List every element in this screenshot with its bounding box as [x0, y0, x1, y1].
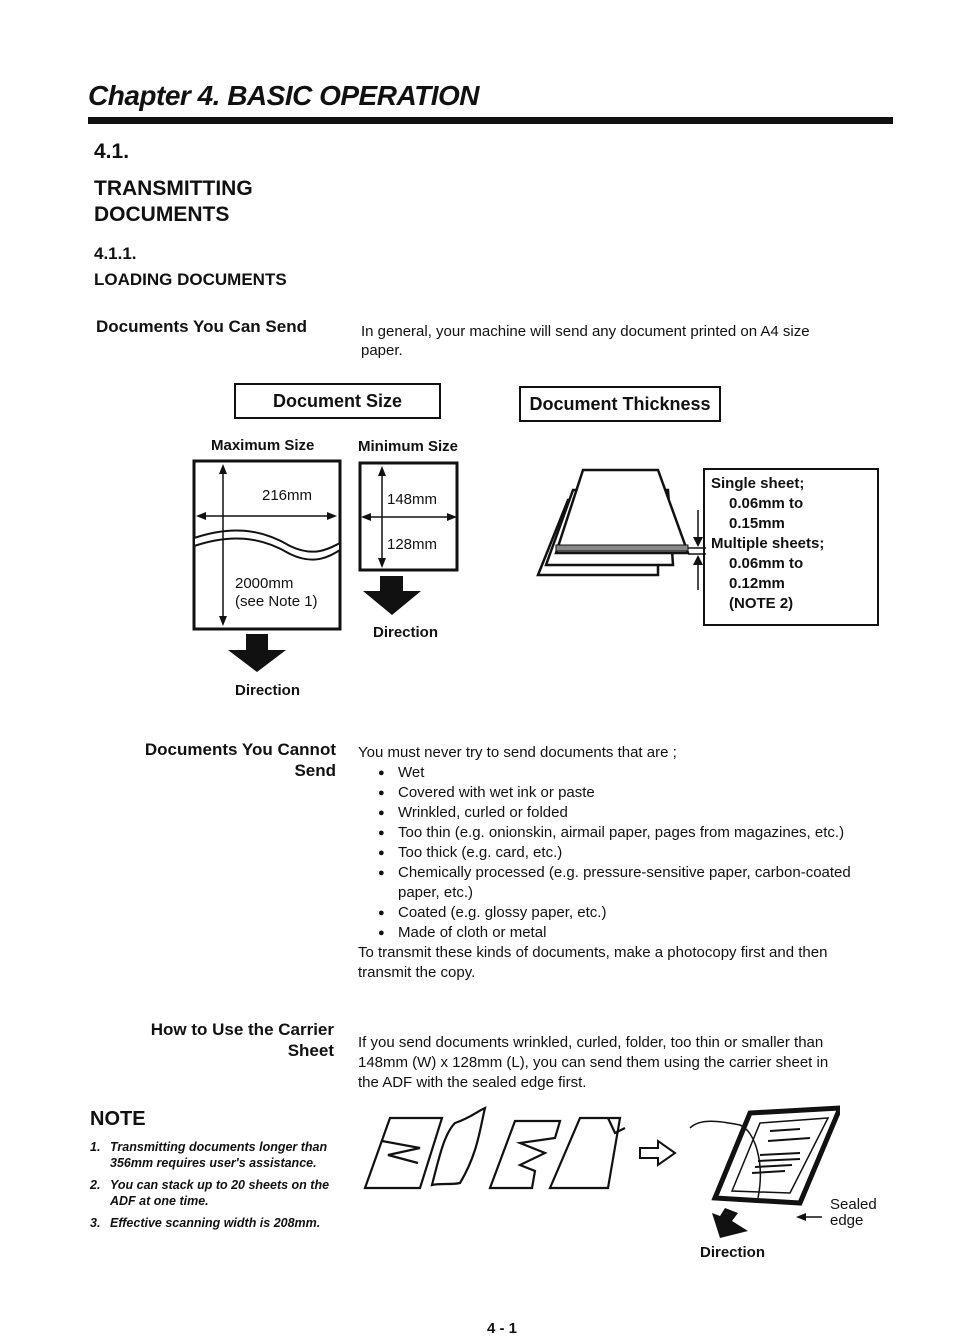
min-direction-label: Direction — [373, 624, 439, 641]
cannot-send-heading: Documents You Cannot Send — [96, 739, 336, 781]
list-item: Too thick (e.g. card, etc.) — [358, 843, 858, 863]
document-thickness-title: Document Thickness — [519, 386, 721, 422]
can-send-heading: Documents You Can Send — [96, 317, 307, 336]
sealed-edge-label: Sealed edge — [830, 1197, 877, 1229]
carrier-text: If you send documents wrinkled, curled, … — [358, 1034, 829, 1091]
max-length-value: 2000mm (see Note 1) — [235, 575, 318, 611]
single-sheet-label: Single sheet; — [711, 475, 805, 492]
carrier-direction-label: Direction — [700, 1244, 766, 1261]
cannot-send-intro: You must never try to send documents tha… — [358, 744, 677, 761]
arrow-right-icon — [639, 1139, 677, 1167]
subsection-number: 4.1.1. — [94, 244, 137, 263]
max-length-line1: 2000mm — [235, 575, 294, 592]
section-title: TRANSMITTING DOCUMENTS — [94, 176, 253, 228]
carrier-heading: How to Use the Carrier Sheet — [96, 1019, 334, 1061]
chapter-rule — [88, 117, 893, 124]
subsection-title: LOADING DOCUMENTS — [94, 270, 287, 289]
note-list: 1. Transmitting documents longer than 356… — [90, 1139, 340, 1237]
section-title-line2: DOCUMENTS — [94, 203, 230, 226]
multiple-note: (NOTE 2) — [729, 595, 794, 612]
carrier-illustration — [363, 1105, 840, 1238]
can-send-text: In general, your machine will send any d… — [361, 322, 881, 360]
max-size-label: Maximum Size — [211, 437, 315, 454]
multiple-range-line1: 0.06mm to — [729, 555, 804, 572]
min-length-value: 128mm — [387, 536, 438, 553]
direction-arrow-icon — [712, 1208, 748, 1238]
sealed-edge-line1: Sealed — [830, 1196, 877, 1213]
list-item: Covered with wet ink or paste — [358, 783, 858, 803]
wave-break — [193, 529, 341, 561]
cornered-sheet-icon — [548, 1116, 622, 1190]
multiple-range-line2: 0.12mm — [729, 575, 785, 592]
thickness-spec-box: Single sheet; 0.06mm to 0.15mm Multiple … — [703, 468, 879, 626]
list-item: Chemically processed (e.g. pressure-sens… — [358, 863, 858, 903]
cannot-send-list: Wet Covered with wet ink or paste Wrinkl… — [358, 763, 858, 943]
thickness-diagram — [536, 468, 706, 590]
folded-sheet-icon — [488, 1119, 562, 1190]
sheet-top — [554, 468, 690, 555]
cannot-send-outro: To transmit these kinds of documents, ma… — [358, 944, 828, 981]
carrier-heading-line2: Sheet — [287, 1041, 334, 1060]
max-direction-label: Direction — [235, 682, 301, 699]
list-item: Wrinkled, curled or folded — [358, 803, 858, 823]
note-item: 2. You can stack up to 20 sheets on the A… — [90, 1178, 330, 1208]
list-item: Coated (e.g. glossy paper, etc.) — [358, 903, 858, 923]
single-range-line2: 0.15mm — [729, 515, 785, 532]
cannot-send-content: You must never try to send documents tha… — [358, 743, 858, 983]
note-item: 1. Transmitting documents longer than 356… — [90, 1140, 328, 1170]
sealed-edge-line2: edge — [830, 1212, 864, 1229]
cannot-send-heading-line2: Send — [294, 761, 336, 780]
can-send-text-line2: paper. — [361, 342, 403, 359]
min-size-label: Minimum Size — [358, 438, 459, 455]
section-title-line1: TRANSMITTING — [94, 177, 253, 200]
section-number: 4.1. — [94, 140, 130, 163]
direction-arrow-icon — [228, 634, 286, 672]
max-width-value: 216mm — [262, 487, 313, 504]
min-width-value: 148mm — [387, 491, 438, 508]
single-range-line1: 0.06mm to — [729, 495, 804, 512]
note-item: 3. Effective scanning width is 208mm. — [90, 1216, 321, 1230]
max-length-line2: (see Note 1) — [235, 593, 318, 610]
direction-arrow-icon — [363, 576, 421, 615]
document-size-title: Document Size — [234, 383, 441, 419]
list-item: Made of cloth or metal — [358, 923, 858, 943]
list-item: Too thin (e.g. onionskin, airmail paper,… — [358, 823, 858, 843]
page-number: 4 - 1 — [487, 1320, 518, 1337]
note-title: NOTE — [90, 1108, 146, 1130]
sealed-edge-arrow-icon — [796, 1213, 806, 1221]
can-send-text-line1: In general, your machine will send any d… — [361, 323, 810, 340]
carrier-heading-line1: How to Use the Carrier — [150, 1020, 334, 1039]
cannot-send-heading-line1: Documents You Cannot — [144, 740, 336, 759]
torn-sheet-icon — [363, 1116, 444, 1190]
chapter-title: Chapter 4. BASIC OPERATION — [88, 80, 479, 111]
multiple-sheets-label: Multiple sheets; — [711, 535, 825, 552]
list-item: Wet — [358, 763, 858, 783]
